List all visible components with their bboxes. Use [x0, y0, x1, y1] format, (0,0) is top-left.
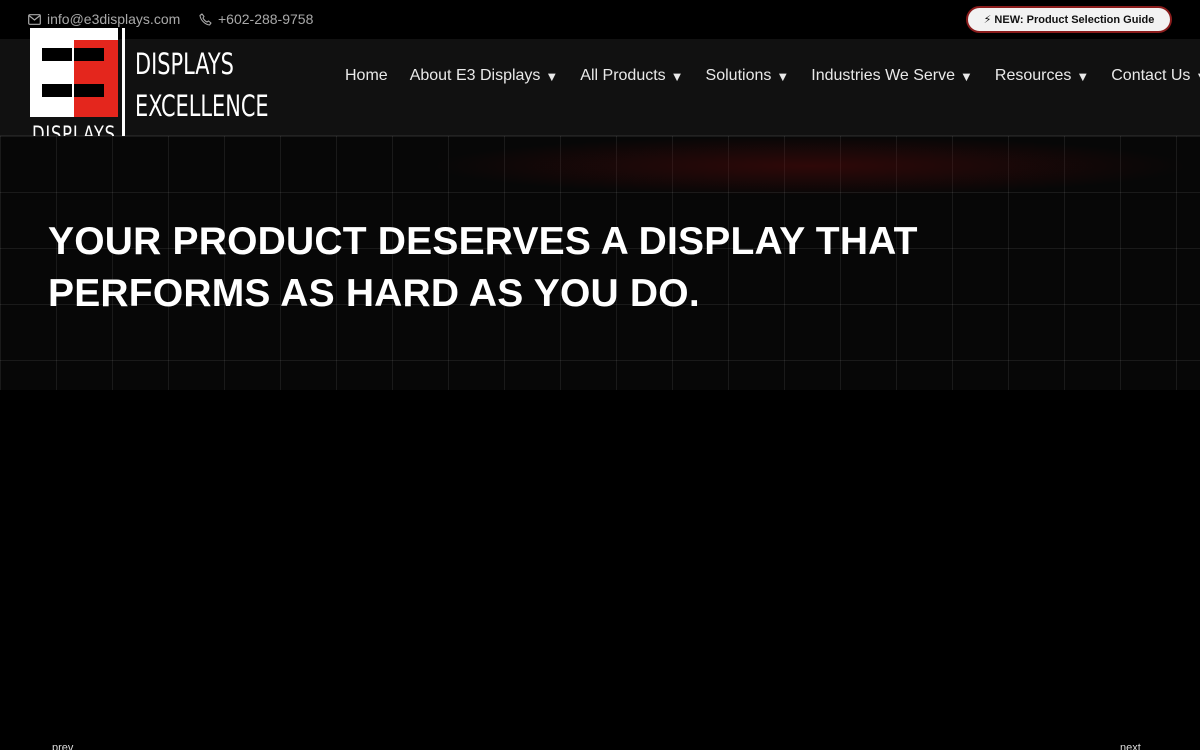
- hero-title-line1: YOUR PRODUCT DESERVES A DISPLAY THAT: [48, 220, 918, 263]
- nav-home[interactable]: Home: [345, 67, 388, 85]
- caret-down-icon: ▼: [545, 68, 559, 84]
- hero-section: YOUR PRODUCT DESERVES A DISPLAY THAT PER…: [0, 136, 1200, 390]
- page: info@e3displays.com +602-288-9758 ⚡ NEW:…: [0, 0, 1200, 750]
- nav-label: All Products: [580, 67, 666, 84]
- nav-resources[interactable]: Resources ▼: [995, 67, 1089, 85]
- hero-title-line2: PERFORMS AS HARD AS YOU DO.: [48, 272, 700, 315]
- email-link[interactable]: info@e3displays.com: [28, 11, 180, 27]
- logo-line-displays: DISPLAYS: [135, 47, 234, 81]
- caret-down-icon: ▼: [670, 68, 684, 84]
- nav-solutions[interactable]: Solutions ▼: [706, 67, 790, 85]
- nav-all-products[interactable]: All Products ▼: [580, 67, 683, 85]
- e3-logo-mark: [30, 28, 118, 117]
- caret-down-icon: ▼: [1076, 68, 1090, 84]
- phone-link[interactable]: +602-288-9758: [199, 11, 313, 27]
- envelope-icon: [28, 13, 41, 25]
- main-nav: Home About E3 Displays ▼ All Products ▼ …: [345, 67, 1200, 85]
- nav-label: Industries We Serve: [811, 67, 956, 84]
- phone-text: +602-288-9758: [218, 11, 314, 27]
- nav-industries[interactable]: Industries We Serve ▼: [811, 67, 973, 85]
- phone-icon: [199, 12, 212, 26]
- product-selection-guide-button[interactable]: ⚡ NEW: Product Selection Guide: [966, 6, 1172, 33]
- nav-label: About E3 Displays: [409, 67, 541, 84]
- e3-displays-logo[interactable]: DISPLAYS DISPLAYS EXCELLENCE: [30, 28, 270, 148]
- slider-next-button[interactable]: next: [1120, 742, 1141, 750]
- logo-line-excellence: EXCELLENCE: [135, 89, 269, 123]
- nav-label: Solutions: [705, 67, 772, 84]
- hero-glow: [430, 136, 1190, 196]
- caret-down-icon: ▼: [1195, 69, 1200, 84]
- slider-prev-button[interactable]: prev: [52, 742, 73, 750]
- caret-down-icon: ▼: [960, 68, 973, 84]
- caret-down-icon: ▼: [776, 68, 790, 84]
- nav-about[interactable]: About E3 Displays ▼: [410, 67, 559, 85]
- hero-title: YOUR PRODUCT DESERVES A DISPLAY THAT PER…: [48, 216, 1008, 320]
- nav-label: Contact Us: [1111, 67, 1191, 84]
- logo-divider: [122, 28, 125, 146]
- nav-label: Resources: [994, 67, 1072, 84]
- nav-contact[interactable]: Contact Us ▼: [1111, 67, 1200, 85]
- email-text: info@e3displays.com: [47, 11, 181, 27]
- nav-label: Home: [345, 67, 388, 84]
